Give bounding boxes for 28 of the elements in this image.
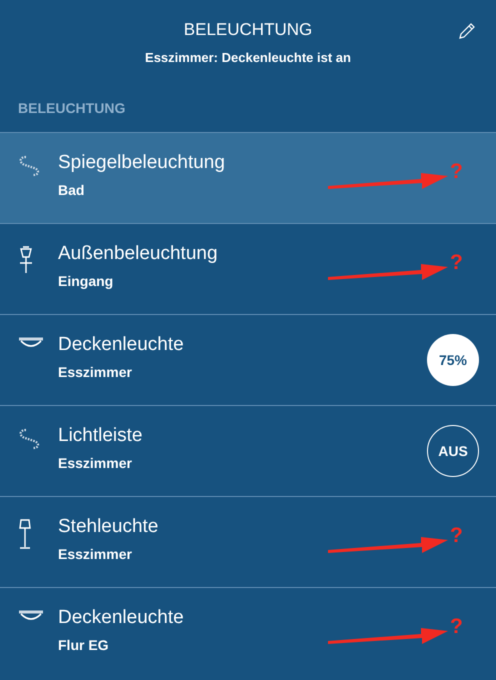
- question-mark: ?: [450, 615, 463, 639]
- light-name: Spiegelbeleuchtung: [58, 152, 225, 174]
- ceiling-lamp-icon: [18, 610, 44, 622]
- light-name: Deckenleuchte: [58, 607, 184, 629]
- off-button[interactable]: AUS: [427, 425, 479, 477]
- room-name: Bad: [58, 182, 84, 198]
- room-name: Esszimmer: [58, 364, 132, 380]
- room-name: Esszimmer: [58, 455, 132, 471]
- page-title: BELEUCHTUNG: [184, 20, 312, 40]
- light-name: Stehleuchte: [58, 516, 158, 538]
- room-name: Eingang: [58, 273, 114, 289]
- question-mark: ?: [450, 251, 463, 275]
- status-message: Esszimmer: Deckenleuchte ist an: [145, 50, 351, 65]
- edit-icon[interactable]: [458, 22, 476, 40]
- room-name: Flur EG: [58, 637, 109, 653]
- light-name: Lichtleiste: [58, 425, 142, 447]
- light-strip-icon: [18, 428, 42, 450]
- floor-lamp-icon: [18, 519, 32, 549]
- section-header: BELEUCHTUNG: [17, 99, 126, 118]
- light-strip-icon: [18, 155, 42, 177]
- room-name: Esszimmer: [58, 546, 132, 562]
- light-name: Außenbeleuchtung: [58, 243, 218, 265]
- lantern-icon: [18, 246, 34, 274]
- ceiling-lamp-icon: [18, 337, 44, 349]
- light-name: Deckenleuchte: [58, 334, 184, 356]
- question-mark: ?: [450, 524, 463, 548]
- question-mark: ?: [450, 160, 463, 184]
- brightness-button[interactable]: 75%: [427, 334, 479, 386]
